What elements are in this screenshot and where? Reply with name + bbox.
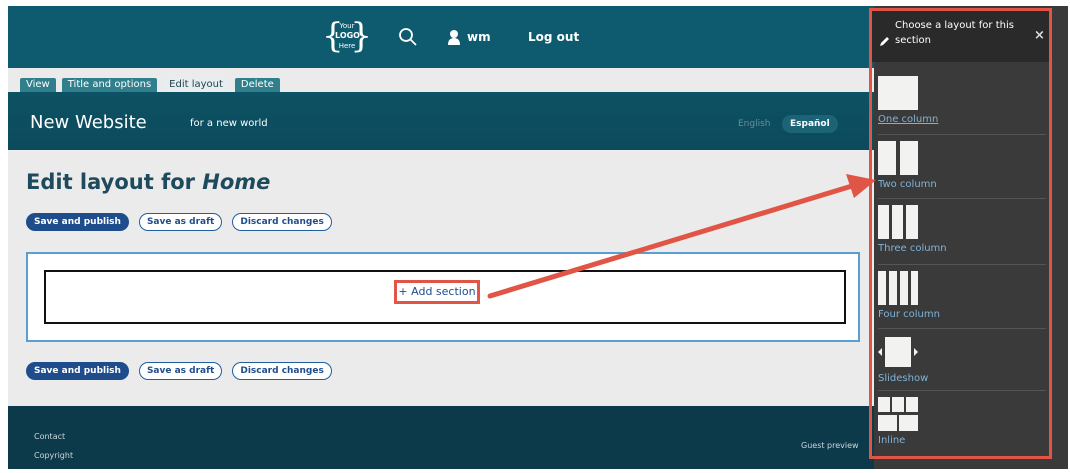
close-icon[interactable]: × [1034, 28, 1045, 43]
site-footer: Contact Copyright Guest preview [8, 406, 874, 469]
site-slogan: for a new world [190, 118, 268, 129]
panel-title: Choose a layout for this section [895, 20, 1014, 46]
one-column-icon [878, 76, 918, 110]
page-title-node: Home [202, 170, 271, 194]
discard-changes-button[interactable]: Discard changes [232, 213, 332, 231]
layout-option-label: Slideshow [878, 373, 929, 384]
tab-edit-layout[interactable]: Edit layout [163, 78, 229, 92]
tab-title-and-options[interactable]: Title and options [61, 78, 158, 92]
layout-actions-top: Save and publish Save as draft Discard c… [26, 213, 332, 231]
layout-option-three-column[interactable]: Three column [878, 198, 1046, 264]
layout-option-label: One column [878, 114, 939, 125]
layout-option-four-column[interactable]: Four column [878, 264, 1046, 328]
add-section-label: Add section [411, 285, 476, 298]
layout-option-inline[interactable]: Inline [878, 390, 1046, 452]
save-and-publish-button[interactable]: Save and publish [26, 213, 129, 231]
panel-header: Choose a layout for this section × [869, 8, 1052, 62]
save-as-draft-button[interactable]: Save as draft [138, 213, 223, 231]
plus-icon: + [398, 285, 408, 298]
language-english[interactable]: English [732, 115, 777, 133]
add-section-button[interactable]: + Add section [394, 280, 480, 304]
user-menu[interactable]: wm [447, 26, 491, 48]
username: wm [467, 30, 491, 44]
admin-toolbar: { Your LOGO Here } wm Log out [8, 6, 874, 68]
page-title: Edit layout for Home [26, 170, 271, 194]
site-name[interactable]: New Website [30, 112, 147, 133]
site-header: New Website for a new world English Espa… [8, 92, 874, 150]
two-column-icon [878, 141, 918, 175]
layout-option-label: Three column [878, 243, 947, 254]
layout-option-label: Two column [878, 179, 937, 190]
guest-preview-toggle[interactable]: Guest preview [801, 441, 859, 450]
discard-changes-button[interactable]: Discard changes [232, 362, 332, 380]
logo-brace-right: } [350, 16, 372, 56]
layout-option-one-column[interactable]: One column [878, 70, 1046, 134]
three-column-icon [878, 205, 918, 239]
slideshow-icon [878, 337, 918, 367]
tab-delete[interactable]: Delete [234, 78, 280, 92]
pencil-icon [880, 37, 889, 46]
layout-option-slideshow[interactable]: Slideshow [878, 328, 1046, 390]
save-and-publish-button[interactable]: Save and publish [26, 362, 129, 380]
save-as-draft-button[interactable]: Save as draft [138, 362, 223, 380]
logout-link[interactable]: Log out [528, 30, 579, 44]
layout-option-two-column[interactable]: Two column [878, 134, 1046, 198]
four-column-icon [878, 271, 918, 305]
language-espanol[interactable]: Español [782, 115, 838, 133]
layout-actions-bottom: Save and publish Save as draft Discard c… [26, 362, 332, 380]
layout-option-label: Four column [878, 309, 940, 320]
user-icon [448, 30, 460, 45]
tab-view[interactable]: View [20, 78, 56, 92]
footer-link-contact[interactable]: Contact [34, 432, 65, 441]
site-logo[interactable]: { Your LOGO Here } [322, 17, 372, 57]
inline-icon [878, 397, 918, 431]
local-tasks-tabs: View Title and options Edit layout Delet… [20, 78, 280, 92]
search-icon[interactable] [398, 27, 418, 47]
layout-option-label: Inline [878, 435, 906, 446]
footer-link-copyright[interactable]: Copyright [34, 451, 73, 460]
